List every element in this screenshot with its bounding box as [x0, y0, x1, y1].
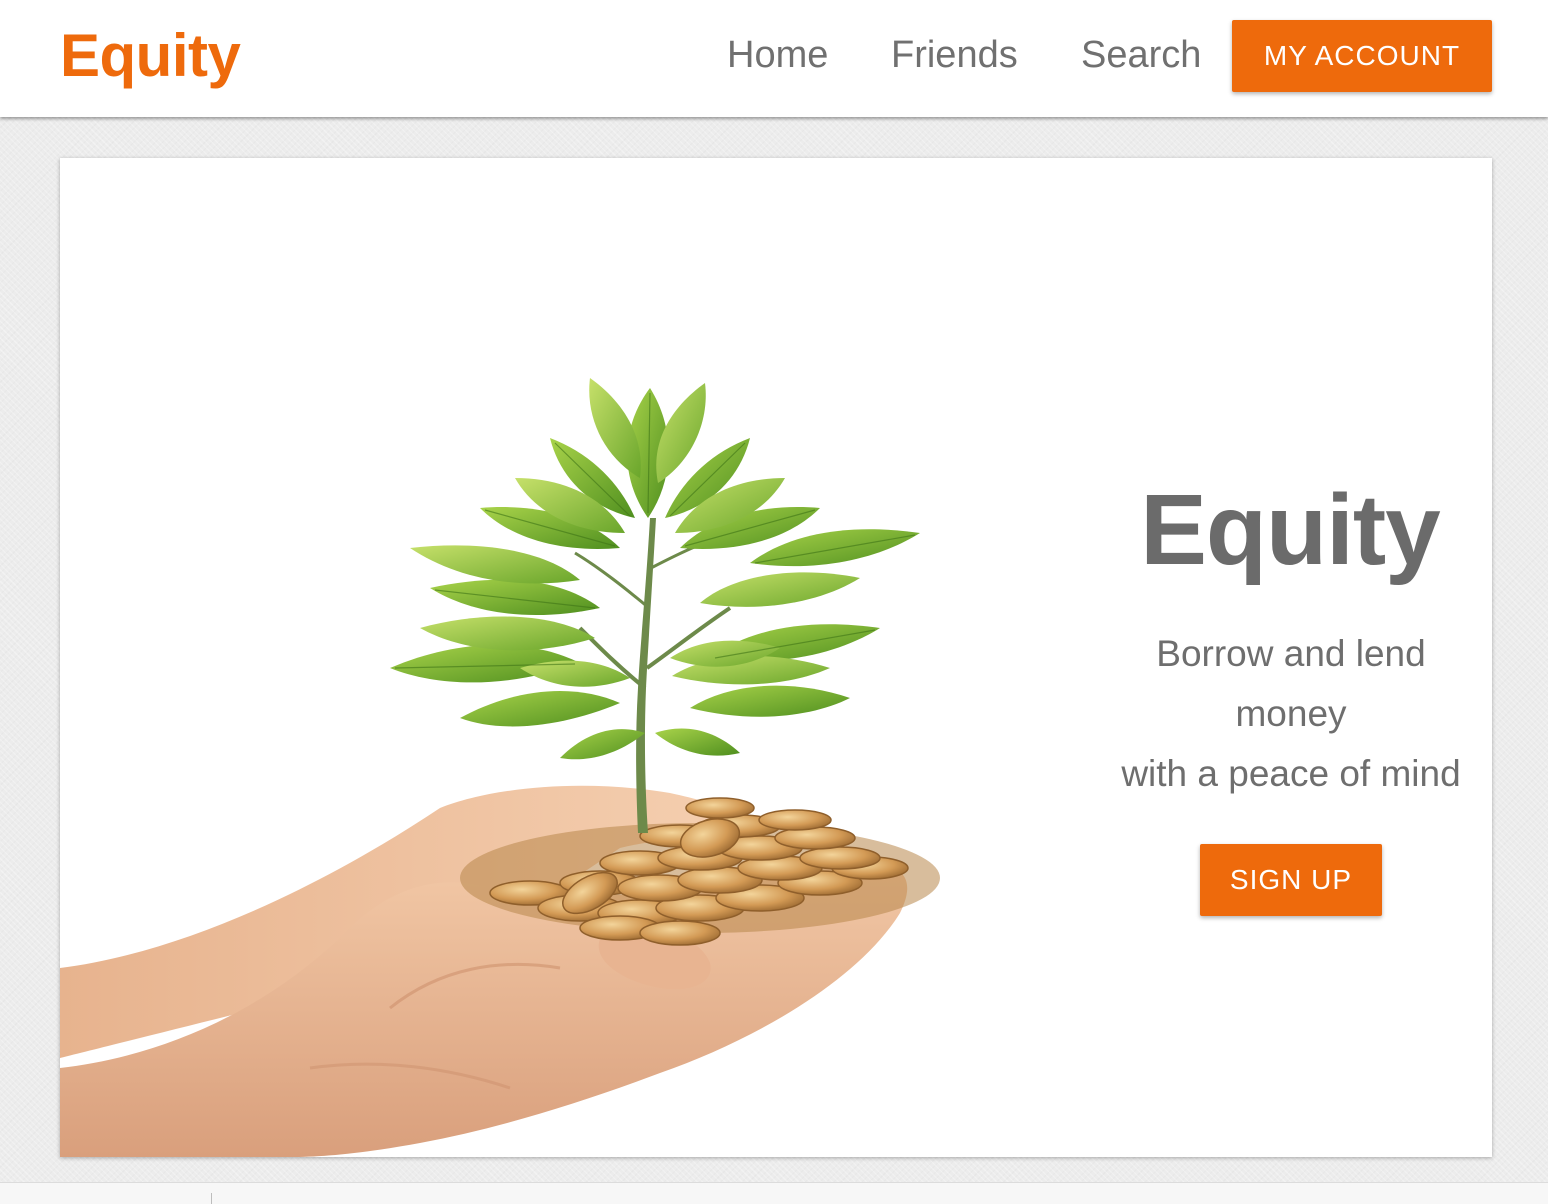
hero-title: Equity: [1140, 474, 1441, 586]
top-navbar: Equity Home Friends Search MY ACCOUNT: [0, 0, 1548, 117]
my-account-button[interactable]: MY ACCOUNT: [1232, 20, 1492, 92]
hero-subtitle-line: with a peace of mind: [1121, 753, 1461, 794]
nav-link-friends[interactable]: Friends: [891, 30, 1018, 80]
hands-coins-sapling-image: [60, 378, 940, 1157]
hero-subtitle: Borrow and lend money with a peace of mi…: [1096, 624, 1486, 804]
hero-subtitle-line: Borrow and lend: [1156, 633, 1426, 674]
hero-subtitle-line: money: [1235, 693, 1347, 734]
sapling-stem: [636, 518, 656, 833]
nav-link-search[interactable]: Search: [1081, 30, 1201, 80]
sapling-leaves: [390, 378, 920, 760]
footer-divider: [211, 1193, 212, 1204]
footer-strip: [0, 1182, 1548, 1204]
hero-card: Equity Borrow and lend money with a peac…: [60, 158, 1492, 1157]
brand-logo[interactable]: Equity: [60, 22, 241, 90]
sign-up-button[interactable]: SIGN UP: [1200, 844, 1382, 916]
nav-link-home[interactable]: Home: [727, 30, 828, 80]
